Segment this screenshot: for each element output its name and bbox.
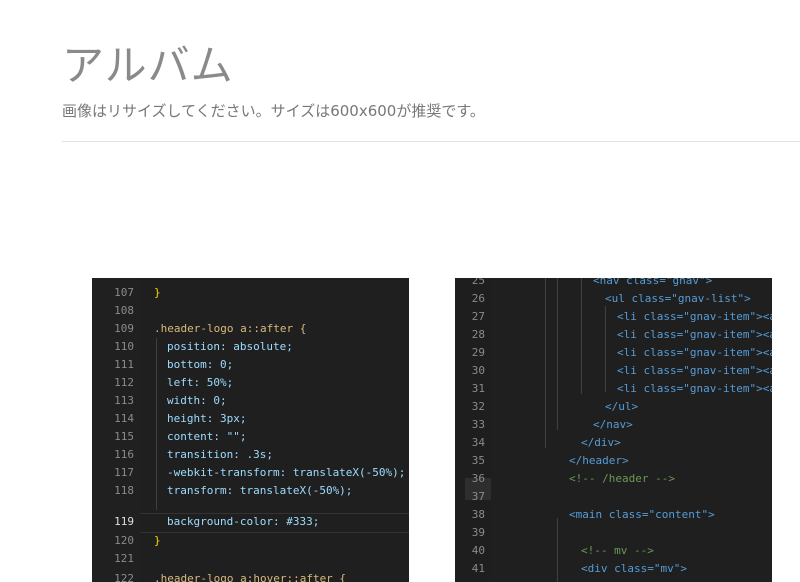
code-line: height: 3px;	[167, 412, 247, 425]
line-number-current: 119	[114, 515, 134, 528]
code-line: .header-logo a::after {	[154, 322, 307, 335]
code-line: .header-logo a:hover::after {	[154, 572, 347, 582]
line-number: 32	[471, 400, 485, 413]
code-line: -webkit-transform: translateX(-50%);	[167, 466, 406, 479]
line-number: 111	[114, 358, 134, 371]
code-line: <li class="gnav-item"><a h	[617, 382, 772, 395]
line-number: 118	[114, 484, 134, 497]
line-number: 28	[471, 328, 485, 341]
indent-guide	[156, 338, 157, 510]
code-line: position: absolute;	[167, 340, 293, 353]
line-number: 25	[471, 278, 485, 287]
code-line: </div>	[581, 436, 621, 449]
code-line: <!-- mv -->	[581, 544, 654, 557]
code-line: <li class="gnav-item"><a h	[617, 328, 772, 341]
code-line: <ul class="gnav-list">	[605, 292, 751, 305]
line-number: 114	[114, 412, 134, 425]
indent-guide	[557, 278, 558, 430]
line-number: 122	[114, 572, 134, 582]
line-number: 35	[471, 454, 485, 467]
code-line: <li class="gnav-item"><a h	[617, 364, 772, 377]
code-line: </nav>	[593, 418, 633, 431]
code-line: }	[154, 534, 161, 547]
indent-guide	[605, 306, 606, 392]
code-line: <nav class="gnav">	[593, 278, 713, 287]
divider	[62, 141, 800, 142]
line-number: 109	[114, 322, 134, 335]
code-line: </ul>	[605, 400, 639, 413]
line-number: 121	[114, 552, 134, 565]
code-line: transform: translateX(-50%);	[167, 484, 353, 497]
code-line: bottom: 0;	[167, 358, 234, 371]
line-number: 34	[471, 436, 485, 449]
album-image-html-code[interactable]: 25 26 27 28 29 30 31 32 33 34 35 36 37 3…	[455, 278, 772, 582]
code-line: width: 0;	[167, 394, 227, 407]
line-number: 31	[471, 382, 485, 395]
line-number: 29	[471, 346, 485, 359]
code-line: }	[154, 286, 161, 299]
line-number: 40	[471, 544, 485, 557]
line-number: 37	[471, 490, 485, 503]
code-line: <main class="content">	[569, 508, 715, 521]
line-number: 116	[114, 448, 134, 461]
code-line: left: 50%;	[167, 376, 234, 389]
line-number: 112	[114, 376, 134, 389]
code-line: transition: .3s;	[167, 448, 273, 461]
line-number: 26	[471, 292, 485, 305]
line-number: 113	[114, 394, 134, 407]
line-number: 107	[114, 286, 134, 299]
indent-guide	[545, 278, 546, 448]
line-number: 36	[471, 472, 485, 485]
code-line: </header>	[569, 454, 629, 467]
code-line: <li class="gnav-item"><a h	[617, 310, 772, 323]
line-number: 38	[471, 508, 485, 521]
line-number: 117	[114, 466, 134, 479]
page-title: アルバム	[62, 41, 234, 90]
line-number: 39	[471, 526, 485, 539]
line-number: 41	[471, 562, 485, 575]
indent-guide	[581, 278, 582, 394]
line-number: 108	[114, 304, 134, 317]
line-number: 110	[114, 340, 134, 353]
line-number: 33	[471, 418, 485, 431]
code-line: <div class="mv">	[581, 562, 687, 575]
album-image-css-code[interactable]: 107 108 109 110 111 112 113 114 115 116 …	[92, 278, 409, 582]
line-number: 120	[114, 534, 134, 547]
code-line: <!-- /header -->	[569, 472, 675, 485]
line-number: 27	[471, 310, 485, 323]
page-subtitle: 画像はリサイズしてください。サイズは600x600が推奨です。	[62, 102, 485, 120]
indent-guide	[557, 518, 558, 582]
code-line: content: "";	[167, 430, 247, 443]
line-number: 30	[471, 364, 485, 377]
code-line: <li class="gnav-item"><a h	[617, 346, 772, 359]
line-number: 115	[114, 430, 134, 443]
code-line-current: background-color: #333;	[167, 515, 320, 528]
